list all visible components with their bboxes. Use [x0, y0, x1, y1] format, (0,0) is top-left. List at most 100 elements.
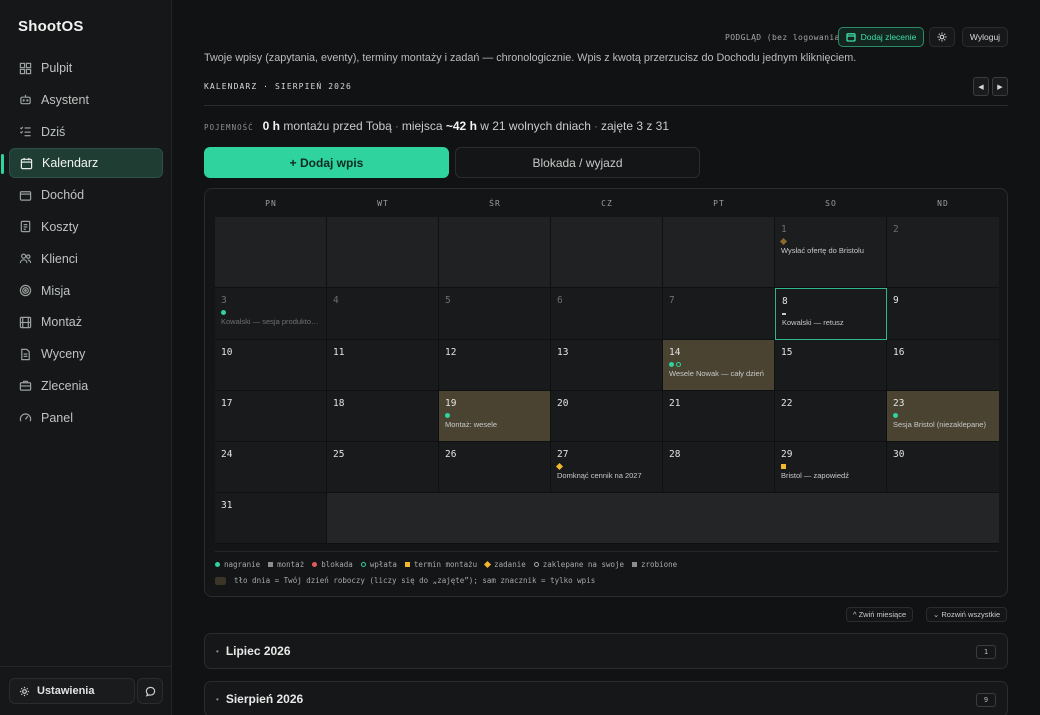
theme-toggle-button[interactable]: [929, 27, 955, 47]
ring-green-icon: [360, 562, 366, 567]
calendar-day-cell[interactable]: 12: [439, 339, 551, 391]
calendar-event[interactable]: Domknąć cennik na 2027: [557, 471, 656, 480]
calendar-empty-cell: [439, 217, 551, 289]
calendar-day-cell[interactable]: 21: [663, 390, 775, 442]
dashboard-icon: [18, 61, 32, 75]
sidebar-item-panel[interactable]: Panel: [9, 403, 163, 433]
sidebar-item-pulpit[interactable]: Pulpit: [9, 53, 163, 83]
calendar-week-row: 24 25 26 27 Domknąć cennik na 2027 28 29 Bristo…: [215, 441, 999, 494]
calendar-day-cell[interactable]: 6: [551, 288, 663, 340]
calendar-day-cell[interactable]: 27 Domknąć cennik na 2027: [551, 441, 663, 494]
recording-dot-icon: [669, 361, 674, 367]
capacity-hours: 0 h: [262, 119, 280, 133]
calendar-day-cell[interactable]: 9: [887, 288, 999, 340]
sidebar-item-klienci[interactable]: Klienci: [9, 244, 163, 274]
settings-button[interactable]: Ustawienia: [9, 678, 135, 704]
calendar-day-cell[interactable]: 26: [439, 441, 551, 494]
calendar-event[interactable]: Wysłać ofertę do Bristolu: [781, 246, 880, 255]
calendar-day-cell[interactable]: 8 Kowalski — retusz: [775, 288, 887, 340]
sidebar-item-misja[interactable]: Misja: [9, 276, 163, 306]
chat-bubble-icon: [145, 686, 155, 697]
calendar-day-cell[interactable]: 11: [327, 339, 439, 391]
next-month-button[interactable]: ▶: [992, 77, 1008, 96]
day-number: 2: [893, 224, 899, 235]
calendar-event[interactable]: Kowalski — sesja produktowa: [221, 317, 320, 326]
calendar-day-cell[interactable]: 15: [775, 339, 887, 391]
legend-label: wpłata: [369, 560, 397, 569]
calendar-grid: 1 Wysłać ofertę do Bristolu 2 3 Kowalski — s…: [215, 217, 999, 545]
weekday-label: PN: [265, 199, 277, 208]
calendar-day-cell[interactable]: 1 Wysłać ofertę do Bristolu: [775, 217, 887, 289]
bullet-icon: •: [216, 646, 219, 656]
calendar-week-row: 17 18 19 Montaż: wesele 20 21 22 23 Sesja Bristo…: [215, 390, 999, 442]
edit-deadline-square-icon: [781, 463, 786, 469]
event-markers: [781, 463, 880, 470]
block-trip-button[interactable]: Blokada / wyjazd: [455, 147, 700, 178]
recording-dot-icon: [221, 310, 226, 316]
calendar-day-cell[interactable]: 4: [327, 288, 439, 340]
calendar-day-cell[interactable]: 2: [887, 217, 999, 289]
expand-all-button[interactable]: ⌄ Rozwiń wszystkie: [926, 607, 1008, 622]
chat-button[interactable]: [137, 678, 163, 704]
calendar-day-cell[interactable]: 3 Kowalski — sesja produktowa: [215, 288, 327, 340]
calendar-day-cell[interactable]: 14 Wesele Nowak — cały dzień: [663, 339, 775, 391]
sidebar-item-kalendarz[interactable]: Kalendarz: [1, 148, 163, 179]
calendar-day-cell[interactable]: 17: [215, 390, 327, 442]
calendar-day-cell[interactable]: 16: [887, 339, 999, 391]
separator: ·: [394, 119, 399, 133]
sidebar-item-wyceny[interactable]: Wyceny: [9, 339, 163, 369]
dot-green-icon: [215, 562, 220, 567]
calendar-day-cell[interactable]: 25: [327, 441, 439, 494]
sidebar-item-montaz[interactable]: Montaż: [9, 307, 163, 337]
prev-month-button[interactable]: ◀: [973, 77, 989, 96]
divider: [215, 551, 999, 552]
capacity-text: w 21 wolnych dniach: [480, 119, 591, 133]
calendar-event[interactable]: Bristol — zapowiedź: [781, 471, 880, 480]
month-row-lipiec[interactable]: • Lipiec 2026 1: [204, 633, 1008, 669]
calendar-day-cell[interactable]: 29 Bristol — zapowiedź: [775, 441, 887, 494]
sidebar-item-koszty[interactable]: Koszty: [9, 212, 163, 242]
document-icon: [18, 347, 32, 361]
add-order-label: Dodaj zlecenie: [860, 32, 917, 42]
day-number: 12: [445, 346, 457, 358]
calendar-day-cell[interactable]: 23 Sesja Bristol (niezaklepane): [887, 390, 999, 442]
month-count-badge: 9: [976, 693, 996, 707]
sidebar-nav: Pulpit Asystent Dziś Kalendarz Dochód Ko…: [1, 53, 163, 435]
calendar-day-cell[interactable]: 7: [663, 288, 775, 340]
sidebar-item-dzis[interactable]: Dziś: [9, 117, 163, 147]
day-number: 17: [221, 397, 233, 409]
sidebar-item-zlecenia[interactable]: Zlecenia: [9, 371, 163, 401]
sidebar-item-asystent[interactable]: Asystent: [9, 85, 163, 115]
calendar-day-cell[interactable]: 20: [551, 390, 663, 442]
collapse-months-button[interactable]: ^ Zwiń miesiące: [846, 607, 914, 622]
add-entry-button[interactable]: + Dodaj wpis: [204, 147, 449, 178]
sidebar-item-label: Kalendarz: [42, 156, 99, 171]
recording-dot-icon: [445, 412, 450, 418]
day-number: 19: [445, 397, 457, 409]
capacity-text: montażu przed Tobą: [283, 119, 392, 133]
app-logo[interactable]: ShootOS: [18, 18, 84, 35]
calendar-day-cell[interactable]: 22: [775, 390, 887, 442]
calendar-event[interactable]: Montaż: wesele: [445, 420, 544, 429]
calendar-day-cell[interactable]: 5: [439, 288, 551, 340]
calendar-day-cell[interactable]: 13: [551, 339, 663, 391]
sidebar-item-dochod[interactable]: Dochód: [9, 180, 163, 210]
weekday-label: SO: [825, 199, 837, 208]
calendar-event[interactable]: Wesele Nowak — cały dzień: [669, 369, 768, 378]
add-order-button[interactable]: Dodaj zlecenie: [838, 27, 924, 47]
calendar-day-cell[interactable]: 19 Montaż: wesele: [439, 390, 551, 442]
page-intro: Twoje wpisy (zapytania, eventy), terminy…: [204, 52, 857, 64]
calendar-day-cell[interactable]: 10: [215, 339, 327, 391]
calendar-day-cell[interactable]: 31: [215, 493, 327, 545]
calendar-day-cell[interactable]: 24: [215, 441, 327, 494]
weekday-label: ŚR: [489, 199, 501, 208]
month-row-sierpien[interactable]: • Sierpień 2026 9: [204, 681, 1008, 715]
calendar-day-cell[interactable]: 18: [327, 390, 439, 442]
calendar-day-cell[interactable]: 30: [887, 441, 999, 494]
calendar-event[interactable]: Sesja Bristol (niezaklepane): [893, 420, 993, 429]
logout-button[interactable]: Wyloguj: [962, 27, 1008, 47]
month-nav: ◀ ▶: [973, 77, 1008, 96]
calendar-day-cell[interactable]: 28: [663, 441, 775, 494]
legend-item: zrobione: [632, 560, 677, 569]
calendar-event[interactable]: Kowalski — retusz: [782, 318, 880, 327]
